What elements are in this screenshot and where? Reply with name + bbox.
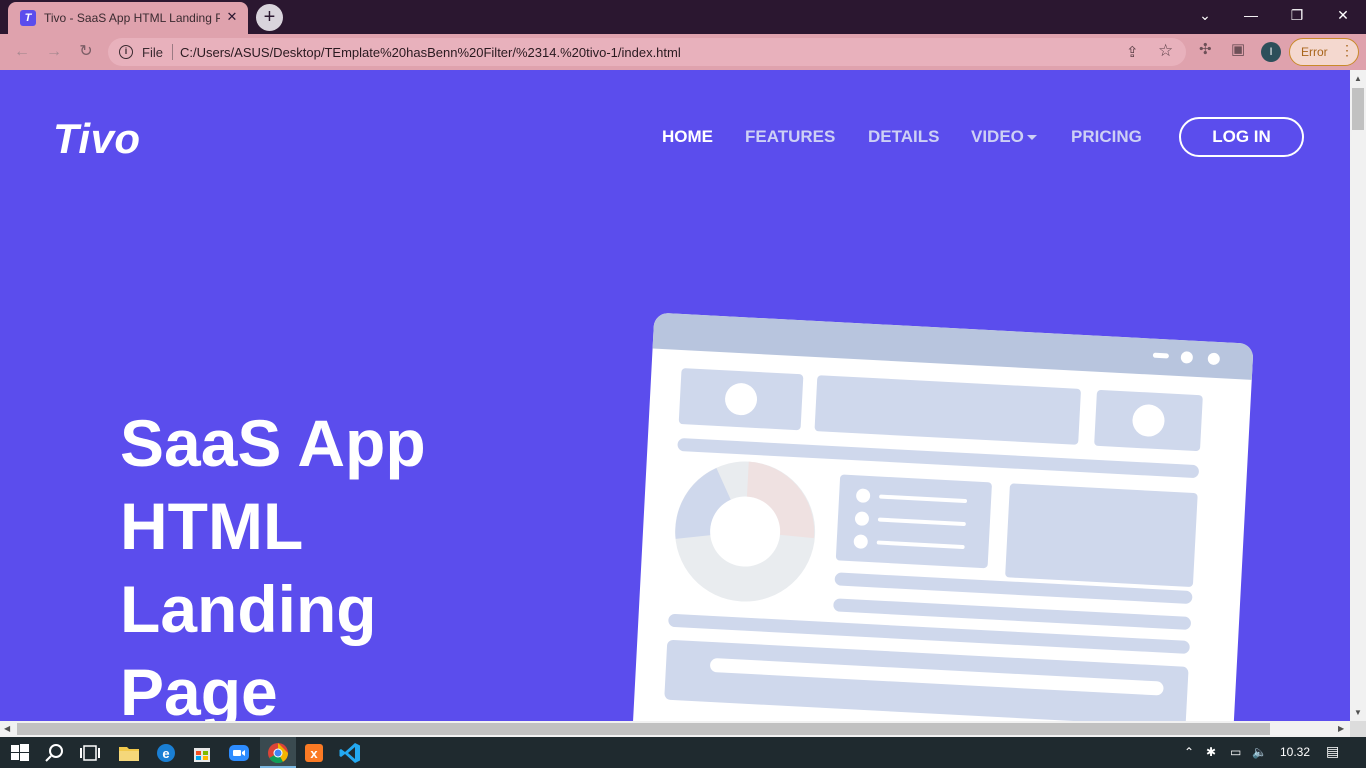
vertical-scrollbar[interactable]: ▲ ▼ (1350, 70, 1366, 721)
page-viewport: Tivo HOME FEATURES DETAILS VIDEO PRICING… (0, 70, 1350, 721)
horizontal-scroll-thumb[interactable] (17, 723, 1270, 735)
error-label: Error (1301, 45, 1328, 59)
side-panel-icon[interactable]: ▣ (1231, 40, 1245, 58)
store-icon[interactable] (190, 741, 214, 765)
login-button[interactable]: LOG IN (1179, 117, 1304, 157)
new-tab-button[interactable]: + (256, 4, 283, 31)
edge-browser-icon[interactable]: e (154, 741, 178, 765)
minimize-button[interactable]: — (1228, 0, 1274, 30)
scroll-right-icon[interactable]: ▶ (1338, 724, 1344, 733)
scroll-left-icon[interactable]: ◀ (4, 724, 10, 733)
windows-start-icon[interactable] (8, 741, 32, 765)
forward-arrow-icon[interactable]: → (42, 40, 66, 64)
scrollbar-corner (1350, 721, 1366, 737)
wifi-icon[interactable]: ✱ (1206, 745, 1216, 759)
error-button[interactable]: Error ⋮ (1289, 38, 1359, 66)
volume-icon[interactable]: 🔈 (1252, 745, 1267, 759)
browser-tab[interactable]: T Tivo - SaaS App HTML Landing P ✕ (8, 2, 248, 34)
site-info-icon[interactable]: i (119, 45, 133, 59)
url-separator (172, 44, 173, 60)
reload-icon[interactable]: ↻ (74, 40, 98, 64)
nav-home[interactable]: HOME (662, 127, 713, 147)
clock-time[interactable]: 10.32 (1280, 745, 1310, 759)
nav-pricing[interactable]: PRICING (1071, 127, 1142, 147)
nav-video-label: VIDEO (971, 127, 1024, 146)
dashboard-illustration (632, 313, 1253, 721)
vertical-scroll-thumb[interactable] (1352, 88, 1364, 130)
vscode-icon[interactable] (338, 741, 362, 765)
task-view-icon[interactable] (78, 741, 102, 765)
nav-features[interactable]: FEATURES (745, 127, 835, 147)
url-scheme: File (142, 45, 163, 60)
search-icon[interactable] (43, 741, 67, 765)
svg-text:x: x (310, 746, 318, 761)
tab-close-icon[interactable]: ✕ (224, 9, 240, 25)
share-icon[interactable]: ⇪ (1126, 43, 1139, 61)
xampp-icon[interactable]: x (302, 741, 326, 765)
battery-icon[interactable]: ▭ (1230, 745, 1241, 759)
notification-icon[interactable]: ▤ (1326, 743, 1339, 760)
site-logo[interactable]: Tivo (53, 115, 141, 163)
restore-button[interactable]: ❐ (1274, 0, 1320, 30)
tab-search-icon[interactable]: ⌄ (1182, 0, 1228, 30)
scroll-down-icon[interactable]: ▼ (1354, 708, 1362, 717)
browser-window-illustration (632, 313, 1253, 721)
url-text[interactable]: C:/Users/ASUS/Desktop/TEmplate%20hasBenn… (180, 45, 681, 60)
browser-toolbar: ← → ↻ i File C:/Users/ASUS/Desktop/TEmpl… (0, 34, 1366, 70)
nav-video-dropdown[interactable]: VIDEO (971, 127, 1037, 147)
windows-taskbar: e x ⌃ ✱ ▭ 🔈 10.32 ▤ (0, 737, 1366, 768)
horizontal-scrollbar[interactable]: ◀ ▶ (0, 721, 1350, 737)
browser-titlebar: T Tivo - SaaS App HTML Landing P ✕ + ⌄ —… (0, 0, 1366, 34)
tray-chevron-up-icon[interactable]: ⌃ (1184, 745, 1194, 759)
tab-title: Tivo - SaaS App HTML Landing P (44, 11, 220, 25)
nav-details[interactable]: DETAILS (868, 127, 939, 147)
scroll-up-icon[interactable]: ▲ (1354, 74, 1362, 83)
svg-text:e: e (162, 746, 169, 761)
chrome-icon[interactable] (266, 741, 290, 765)
address-bar[interactable]: i File C:/Users/ASUS/Desktop/TEmplate%20… (108, 38, 1186, 66)
caret-down-icon (1026, 135, 1037, 141)
bookmark-star-icon[interactable]: ☆ (1158, 41, 1173, 61)
hero-title: SaaS App HTML Landing Page (120, 406, 426, 721)
close-window-button[interactable]: ✕ (1320, 0, 1366, 30)
profile-avatar[interactable]: I (1261, 42, 1281, 62)
more-menu-icon[interactable]: ⋮ (1340, 42, 1354, 59)
file-explorer-icon[interactable] (117, 741, 141, 765)
tab-favicon-icon: T (20, 10, 36, 26)
zoom-app-icon[interactable] (227, 741, 251, 765)
back-arrow-icon[interactable]: ← (10, 40, 34, 64)
extensions-puzzle-icon[interactable]: ✣ (1199, 40, 1212, 58)
